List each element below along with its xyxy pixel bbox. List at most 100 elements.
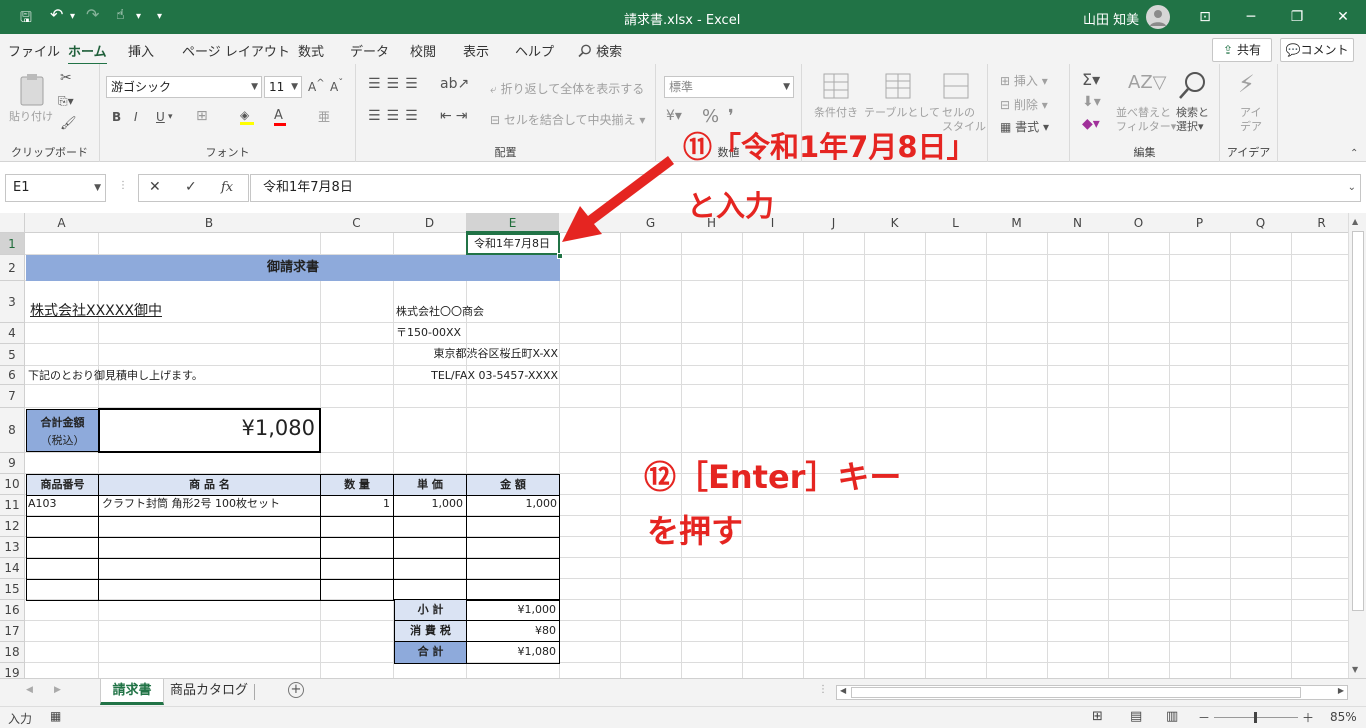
column-header-n[interactable]: N bbox=[1047, 213, 1109, 233]
currency-icon[interactable]: ¥▾ bbox=[666, 108, 682, 124]
minimize-button[interactable]: ─ bbox=[1228, 0, 1274, 34]
table-row[interactable] bbox=[98, 537, 321, 559]
table-row[interactable] bbox=[320, 558, 394, 580]
column-header-d[interactable]: D bbox=[393, 213, 467, 233]
row-header-9[interactable]: 9 bbox=[0, 453, 25, 474]
postal-code[interactable]: 〒150-00XX bbox=[396, 323, 461, 343]
table-row[interactable] bbox=[98, 558, 321, 580]
tab-data[interactable]: データ bbox=[350, 41, 389, 60]
conditional-format-label[interactable]: 条件付き bbox=[814, 104, 858, 120]
total-value-cell[interactable]: ¥1,080 bbox=[98, 408, 321, 453]
indent-icons[interactable]: ⇤⇥ bbox=[440, 108, 471, 124]
prev-sheet-icon[interactable]: ◀ bbox=[26, 685, 33, 695]
column-header-c[interactable]: C bbox=[320, 213, 394, 233]
company-name[interactable]: 株式会社〇〇商会 bbox=[396, 302, 484, 322]
table-row[interactable] bbox=[393, 516, 467, 538]
table-row[interactable] bbox=[466, 579, 560, 601]
column-header-o[interactable]: O bbox=[1108, 213, 1170, 233]
table-header[interactable]: 商品番号 bbox=[26, 474, 99, 496]
decrease-font-icon[interactable]: Aˇ bbox=[330, 78, 343, 94]
orientation-icon[interactable]: ab↗ bbox=[440, 76, 469, 92]
column-header-b[interactable]: B bbox=[98, 213, 321, 233]
tab-page-layout[interactable]: ページ レイアウト bbox=[182, 41, 290, 60]
tab-file[interactable]: ファイル bbox=[8, 41, 60, 60]
bold-button[interactable]: B bbox=[112, 110, 121, 124]
cut-icon[interactable]: ✂ bbox=[60, 70, 72, 86]
row-header-8[interactable]: 8 bbox=[0, 408, 25, 453]
tab-review[interactable]: 校閲 bbox=[410, 41, 436, 60]
table-row[interactable] bbox=[98, 579, 321, 601]
tab-home[interactable]: ホーム bbox=[68, 41, 107, 66]
wrap-text-button[interactable]: ⤶ 折り返して全体を表示する bbox=[490, 80, 644, 97]
column-header-l[interactable]: L bbox=[925, 213, 987, 233]
column-header-r[interactable]: R bbox=[1291, 213, 1348, 233]
row-header-19[interactable]: 19 bbox=[0, 663, 25, 678]
row-header-5[interactable]: 5 bbox=[0, 344, 25, 366]
search-tab[interactable]: 検索 bbox=[578, 41, 622, 60]
underline-dropdown-icon[interactable]: ▾ bbox=[168, 112, 173, 122]
table-row[interactable] bbox=[98, 516, 321, 538]
sheet-tab-invoice[interactable]: 請求書 bbox=[100, 679, 164, 705]
tab-insert[interactable]: 挿入 bbox=[128, 41, 154, 60]
row-header-16[interactable]: 16 bbox=[0, 600, 25, 621]
table-row[interactable] bbox=[466, 537, 560, 559]
grand-total-label[interactable]: 合 計 bbox=[394, 641, 467, 664]
row-header-13[interactable]: 13 bbox=[0, 537, 25, 558]
close-button[interactable]: ✕ bbox=[1320, 0, 1366, 34]
scroll-up-icon[interactable]: ▲ bbox=[1352, 217, 1358, 226]
address[interactable]: 東京都渋谷区桜丘町X-XX bbox=[394, 344, 558, 364]
column-header-j[interactable]: J bbox=[803, 213, 865, 233]
name-box[interactable]: E1 ▼ bbox=[5, 174, 106, 202]
tab-view[interactable]: 表示 bbox=[463, 41, 489, 60]
insert-function-icon[interactable]: fx bbox=[221, 180, 233, 195]
customer-name[interactable]: 株式会社XXXXX御中 bbox=[30, 300, 162, 322]
row-header-14[interactable]: 14 bbox=[0, 558, 25, 579]
font-color-icon[interactable]: A bbox=[274, 108, 286, 126]
vertical-scroll-thumb[interactable] bbox=[1352, 231, 1364, 611]
sort-filter-icon[interactable]: AZ▽ bbox=[1128, 72, 1167, 93]
scroll-right-icon[interactable]: ▶ bbox=[1338, 686, 1344, 695]
find-select-icon[interactable] bbox=[1178, 70, 1208, 100]
phonetic-icon[interactable]: 亜 bbox=[318, 108, 330, 125]
column-header-k[interactable]: K bbox=[864, 213, 926, 233]
cancel-icon[interactable]: ✕ bbox=[149, 179, 161, 195]
zoom-level[interactable]: 85% bbox=[1330, 710, 1357, 724]
format-cells-button[interactable]: ▦ 書式 ▾ bbox=[1000, 118, 1049, 135]
fill-handle[interactable] bbox=[557, 253, 563, 259]
table-row[interactable] bbox=[393, 558, 467, 580]
format-table-icon[interactable] bbox=[884, 72, 912, 100]
zoom-in-icon[interactable]: ＋ bbox=[1302, 709, 1314, 726]
row-header-3[interactable]: 3 bbox=[0, 281, 25, 323]
page-break-view-icon[interactable]: ▥ bbox=[1166, 709, 1178, 724]
share-button[interactable]: ⇪ 共有 bbox=[1212, 38, 1272, 62]
item-name[interactable]: クラフト封筒 角形2号 100枚セット bbox=[102, 494, 280, 514]
autosum-icon[interactable]: Σ▾ bbox=[1082, 70, 1100, 89]
table-row[interactable] bbox=[26, 537, 99, 559]
tab-split-icon[interactable]: ⋮ bbox=[818, 684, 828, 695]
undo-icon[interactable]: ↶ bbox=[50, 5, 63, 24]
row-header-4[interactable]: 4 bbox=[0, 323, 25, 344]
item-qty[interactable]: 1 bbox=[322, 494, 390, 514]
restore-button[interactable]: ❐ bbox=[1274, 0, 1320, 34]
table-row[interactable] bbox=[320, 579, 394, 601]
border-icon[interactable]: ⊞ bbox=[196, 108, 208, 124]
column-header-a[interactable]: A bbox=[25, 213, 99, 233]
zoom-out-icon[interactable]: － bbox=[1198, 709, 1210, 726]
table-header[interactable]: 単 価 bbox=[393, 474, 467, 496]
conditional-format-icon[interactable] bbox=[822, 72, 850, 100]
ideas-icon[interactable]: ⚡ bbox=[1238, 70, 1255, 98]
subtotal-value[interactable]: ¥1,000 bbox=[466, 599, 560, 621]
fill-icon[interactable]: ⬇▾ bbox=[1082, 94, 1101, 110]
table-row[interactable] bbox=[466, 558, 560, 580]
collapse-ribbon-icon[interactable]: ⌃ bbox=[1350, 148, 1358, 159]
add-sheet-icon[interactable]: + bbox=[288, 682, 304, 698]
clear-icon[interactable]: ◆▾ bbox=[1082, 116, 1100, 132]
vertical-scrollbar[interactable]: ▲ ▼ bbox=[1348, 213, 1366, 678]
save-icon[interactable]: 🖫 bbox=[20, 7, 32, 31]
row-header-10[interactable]: 10 bbox=[0, 474, 25, 495]
customize-qat-icon[interactable]: ▾ bbox=[157, 11, 162, 22]
table-row[interactable] bbox=[26, 516, 99, 538]
page-layout-view-icon[interactable]: ▤ bbox=[1130, 709, 1142, 724]
table-row[interactable] bbox=[320, 537, 394, 559]
cell-e1[interactable]: 令和1年7月8日 bbox=[466, 233, 560, 255]
